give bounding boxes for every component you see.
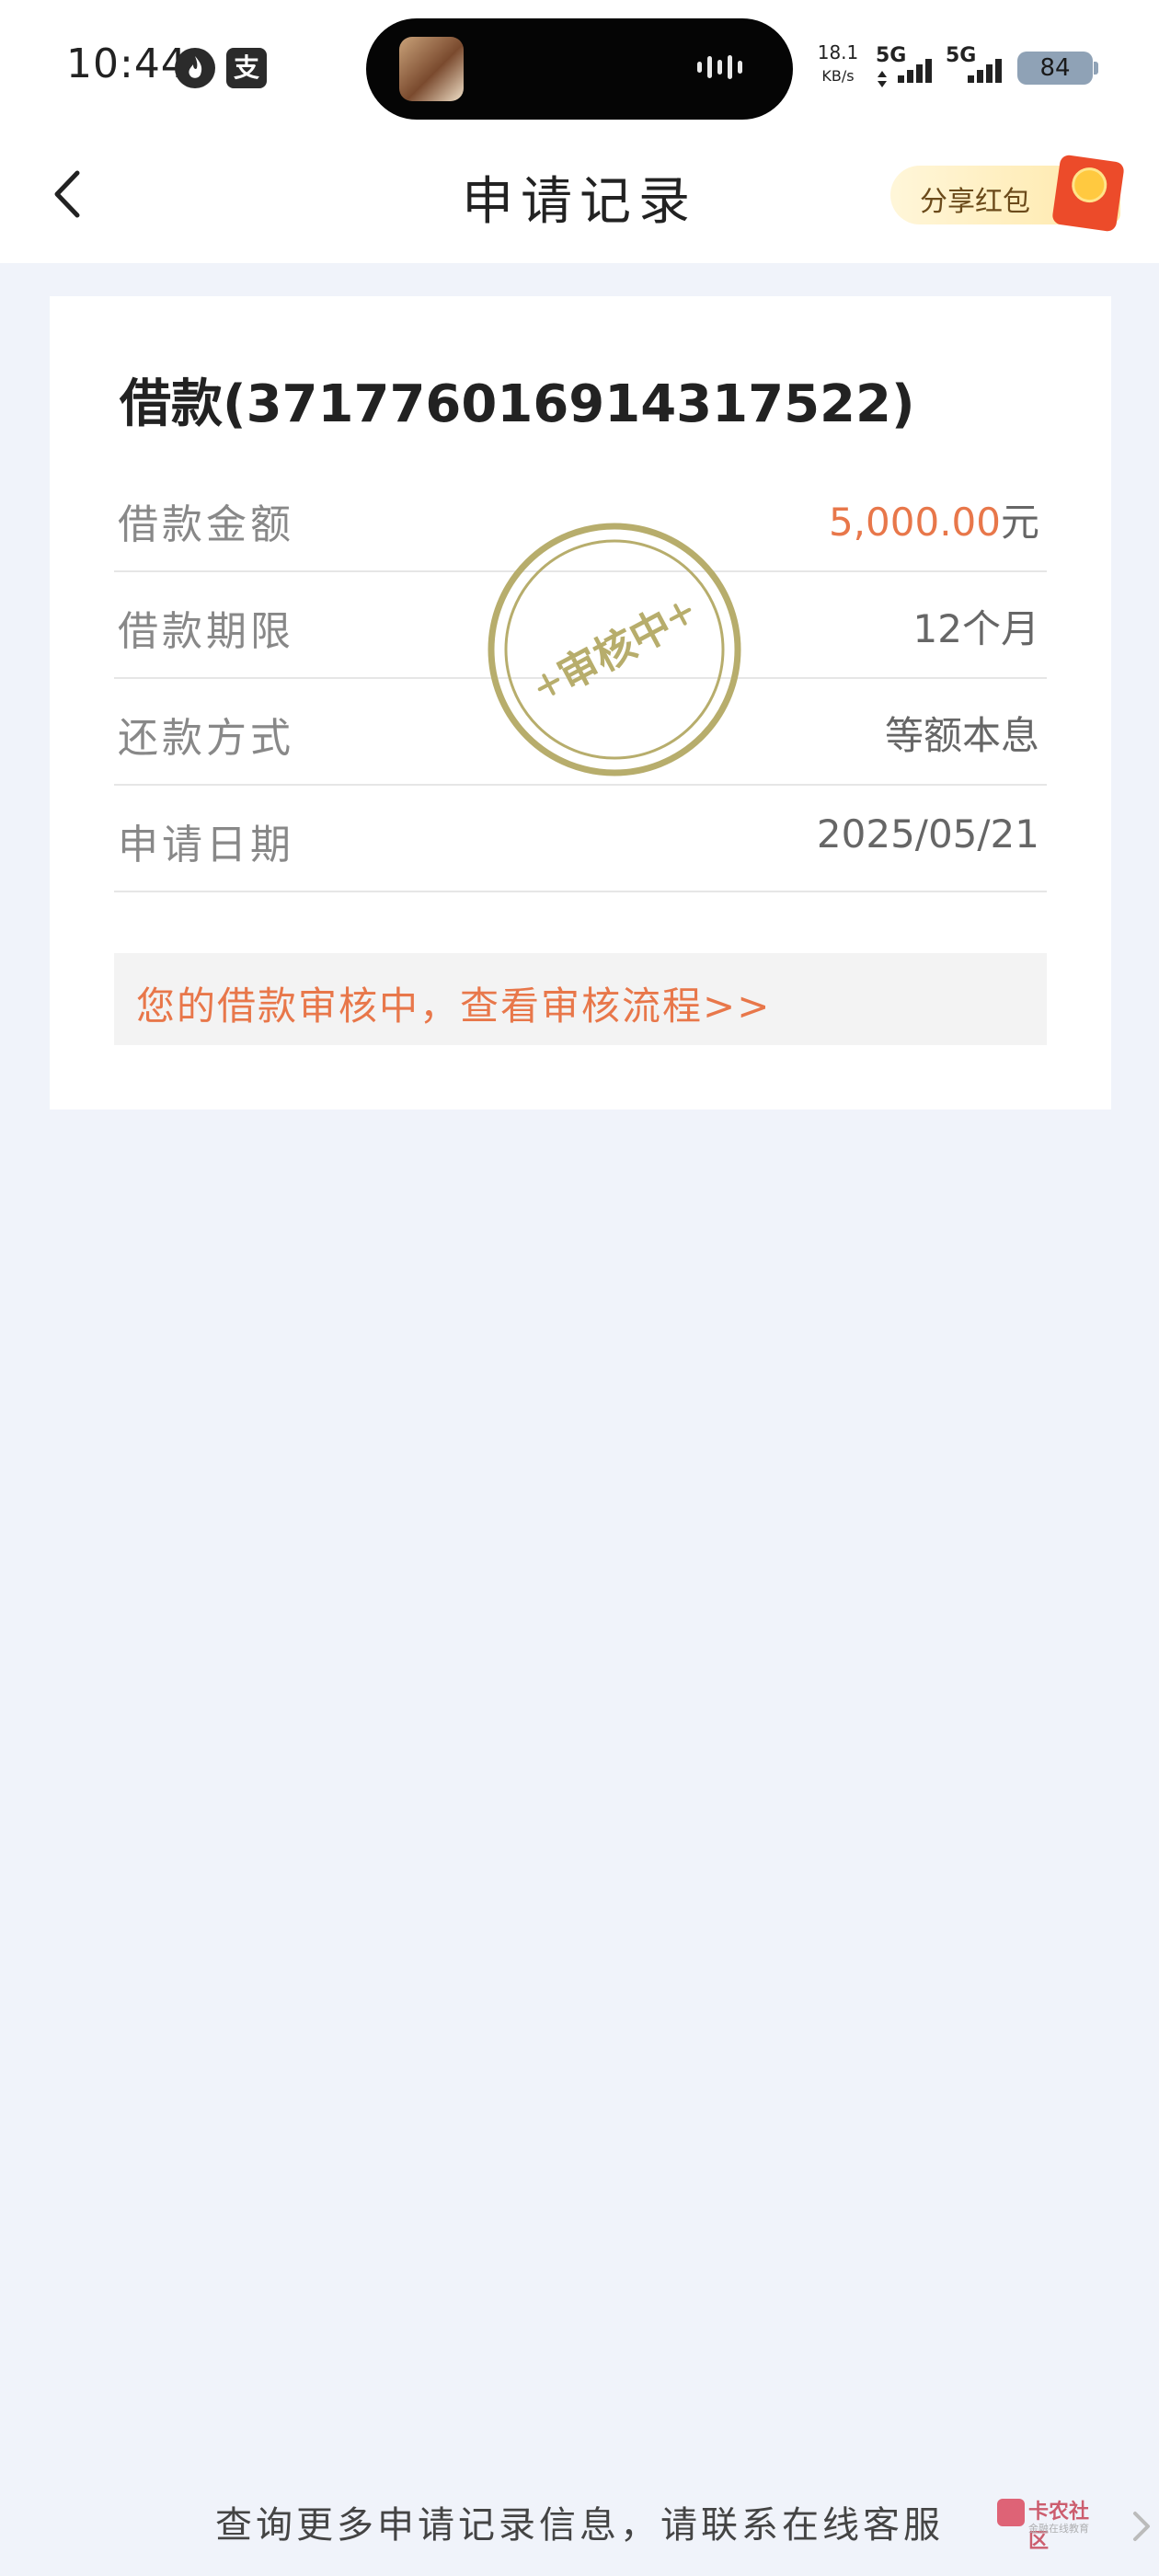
- info-value: 2025/05/21: [816, 811, 1039, 857]
- media-thumbnail: [399, 37, 464, 101]
- stamp-text: 审核中: [550, 602, 679, 700]
- share-label: 分享红包: [920, 186, 1030, 218]
- amount-unit: 元: [1000, 500, 1039, 545]
- status-bar: 10:44 支 18.1 KB/s 5G 5G 84: [0, 0, 1159, 138]
- net-speed-value: 18.1: [817, 41, 859, 63]
- net-speed: 18.1 KB/s: [815, 40, 861, 88]
- nav-bar: 申请记录 分享红包: [0, 138, 1159, 263]
- info-value: 等额本息: [884, 713, 1039, 758]
- info-label: 申请日期: [118, 822, 294, 868]
- audio-wave-icon: [697, 55, 762, 83]
- watermark-logo-icon: [997, 2499, 1025, 2526]
- watermark-sub: 金融在线教育: [1028, 2523, 1089, 2535]
- coin-icon: [1069, 165, 1109, 205]
- info-label: 借款期限: [118, 608, 294, 655]
- signal-bars: [968, 59, 1004, 90]
- share-red-packet-button[interactable]: 分享红包: [890, 154, 1125, 233]
- flame-app-icon: [175, 48, 215, 88]
- info-label: 还款方式: [118, 715, 294, 762]
- info-value: 12个月: [912, 606, 1039, 651]
- data-arrows-icon: [878, 71, 887, 87]
- signal-icon: 5G: [876, 44, 940, 90]
- loan-title: 借款(3717760169143175​22): [120, 374, 915, 434]
- review-notice-text: 您的借款审核中，查看审核流程>>: [136, 983, 772, 1029]
- net-speed-unit: KB/s: [821, 67, 855, 85]
- dynamic-island[interactable]: [366, 18, 793, 120]
- review-process-link[interactable]: 您的借款审核中，查看审核流程>>: [114, 953, 1047, 1045]
- watermark: 卡农社区 金融在线教育: [997, 2495, 1107, 2553]
- signal-bars: [898, 59, 935, 90]
- red-packet-icon: [1051, 154, 1125, 233]
- battery-icon: 84: [1017, 52, 1098, 85]
- status-time: 10:44: [66, 40, 188, 87]
- contact-support-hint[interactable]: 查询更多申请记录信息，请联系在线客服: [0, 2495, 1159, 2548]
- info-row-date: 申请日期 2025/05/21: [114, 786, 1047, 892]
- signal-icon: 5G: [946, 44, 1010, 90]
- application-record-card: 借款(3717760169143175​22) 借款金额 5,000.00元 借…: [50, 296, 1111, 1110]
- chevron-right-icon: [1128, 2506, 1155, 2547]
- alipay-icon: 支: [226, 48, 267, 88]
- amount-value: 5,000.00: [828, 500, 1001, 545]
- info-label: 借款金额: [118, 501, 294, 548]
- info-value: 5,000.00元: [829, 491, 1039, 547]
- under-review-stamp: 审核中: [486, 521, 743, 778]
